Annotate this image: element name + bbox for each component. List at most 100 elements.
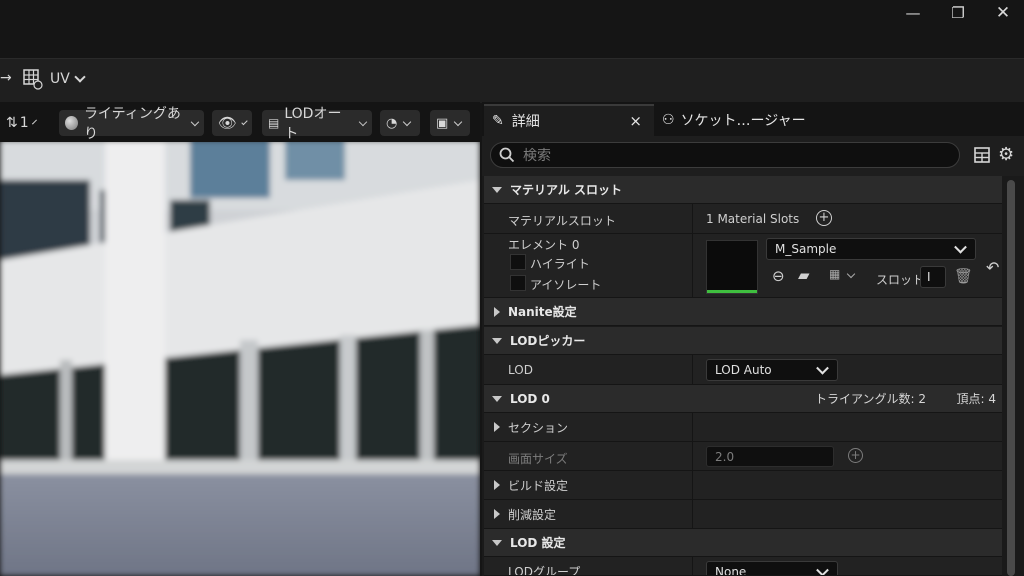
- chevron-down-icon: [241, 118, 248, 125]
- uv-grid-icon: [23, 69, 43, 90]
- eye-icon: 👁: [218, 114, 238, 132]
- chevron-down-icon: [816, 563, 829, 575]
- lod-stack-icon: ▤: [268, 116, 280, 130]
- material-name: M_Sample: [775, 242, 837, 256]
- uv-menu-button[interactable]: UV: [22, 68, 86, 90]
- row-build-settings[interactable]: ビルド設定: [484, 471, 1002, 500]
- show-flags-dropdown[interactable]: 👁: [212, 110, 252, 136]
- gauge-icon: ◔: [386, 115, 398, 131]
- section-title: マテリアル スロット: [510, 183, 623, 197]
- expand-arrow-icon: [494, 509, 500, 519]
- section-lod-picker[interactable]: LODピッカー: [484, 327, 1002, 355]
- add-material-slot-button[interactable]: +: [816, 210, 832, 226]
- sections-label: セクション: [508, 420, 569, 435]
- title-bar: [0, 0, 1024, 58]
- chevron-down-icon: [954, 240, 967, 254]
- material-asset-picker[interactable]: M_Sample: [766, 238, 976, 260]
- scrollbar-thumb[interactable]: [1007, 180, 1015, 576]
- arrow-icon: →: [0, 70, 12, 86]
- collapse-arrow-icon: [492, 395, 502, 402]
- minimize-button[interactable]: —: [890, 0, 936, 26]
- row-reduction-settings[interactable]: 削減設定: [484, 500, 1002, 529]
- row-lod-group: LODグループ None: [484, 557, 1002, 576]
- material-thumbnail[interactable]: [706, 240, 758, 294]
- material-slots-count: 1 Material Slots: [706, 212, 800, 226]
- performance-dropdown[interactable]: ◔: [380, 110, 420, 136]
- section-lod0[interactable]: LOD 0 トライアングル数: 2 頂点: 4: [484, 385, 1002, 413]
- restore-button[interactable]: ❐: [935, 0, 981, 26]
- table-view-button[interactable]: [974, 147, 990, 166]
- lod-group-label: LODグループ: [508, 565, 581, 576]
- arrow-left-circle-icon: ⊖: [772, 267, 785, 285]
- section-material-slots[interactable]: マテリアル スロット: [484, 176, 1002, 204]
- delete-slot-button[interactable]: 🗑: [954, 267, 973, 285]
- lod-group-value: None: [715, 565, 747, 576]
- plus-icon: +: [818, 210, 830, 225]
- reduction-settings-label: 削減設定: [508, 507, 557, 522]
- folder-search-icon: ▰: [798, 266, 810, 284]
- expand-arrow-icon: [494, 422, 500, 432]
- restore-icon: ❐: [951, 4, 965, 22]
- image-icon: ▣: [436, 115, 449, 131]
- row-sections[interactable]: セクション: [484, 413, 1002, 442]
- section-title: LOD 0: [510, 391, 550, 406]
- tab-details[interactable]: ✎ 詳細 ×: [484, 104, 654, 136]
- camera-count: 1: [19, 115, 29, 131]
- camera-speed-button[interactable]: ⇅ 1: [0, 110, 37, 136]
- lighting-mode-dropdown[interactable]: ライティングあり: [59, 106, 204, 142]
- highlight-checkbox[interactable]: [510, 254, 526, 270]
- tab-socket-manager-label: ソケット…ージャー: [680, 113, 806, 129]
- socket-icon: ⚇: [662, 112, 675, 128]
- lod-value: LOD Auto: [715, 363, 772, 377]
- lod-group-dropdown[interactable]: None: [706, 561, 838, 576]
- isolate-checkbox[interactable]: [510, 275, 526, 291]
- element-0-label: エレメント 0: [508, 238, 580, 252]
- uv-label: UV: [50, 71, 70, 87]
- plus-icon: +: [850, 448, 861, 462]
- lod-mode-dropdown[interactable]: ▤ LODオート: [262, 106, 372, 142]
- browse-asset-button[interactable]: ▰: [798, 266, 810, 284]
- lod-label: LOD: [508, 363, 533, 377]
- section-nanite[interactable]: Nanite設定: [484, 298, 1002, 326]
- close-tab-button[interactable]: ×: [629, 112, 642, 130]
- material-thumbnail-accent: [707, 290, 757, 293]
- reset-to-default-button[interactable]: ↶: [986, 258, 999, 277]
- material-slots-label: マテリアルスロット: [508, 214, 616, 228]
- viewport-scene[interactable]: [0, 140, 480, 576]
- section-lod-settings[interactable]: LOD 設定: [484, 529, 1002, 557]
- lod-mode-label: LODオート: [284, 106, 342, 142]
- isolate-label: アイソレート: [530, 278, 602, 292]
- slot-name-input[interactable]: I: [920, 266, 946, 288]
- build-settings-label: ビルド設定: [508, 478, 569, 493]
- chevron-down-icon: [846, 269, 856, 279]
- row-lod: LOD LOD Auto: [484, 355, 1002, 385]
- section-title: LODピッカー: [510, 334, 586, 348]
- add-screen-size-button: +: [848, 448, 863, 463]
- chevron-down-icon: [816, 361, 829, 375]
- use-selected-asset-button[interactable]: ⊖: [772, 267, 785, 285]
- slot-value: I: [927, 270, 931, 284]
- section-title: LOD 設定: [510, 536, 566, 550]
- tab-socket-manager[interactable]: ⚇ ソケット…ージャー: [662, 104, 862, 136]
- chevron-down-icon: [454, 117, 463, 126]
- section-title: Nanite設定: [508, 305, 577, 319]
- close-icon: ✕: [995, 3, 1011, 23]
- pencil-icon: ✎: [492, 113, 504, 129]
- chevron-down-icon: [358, 117, 368, 126]
- trash-icon: 🗑: [954, 267, 974, 285]
- main-toolbar: [0, 58, 1024, 103]
- settings-button[interactable]: ⚙: [998, 144, 1014, 165]
- collapse-arrow-icon: [492, 539, 502, 546]
- screen-size-input: 2.0: [706, 446, 834, 467]
- chevron-down-icon: [191, 117, 200, 126]
- collapse-arrow-icon: [492, 186, 502, 193]
- screenshot-dropdown[interactable]: ▣: [430, 110, 470, 136]
- sphere-icon: [65, 116, 78, 130]
- vertex-count: 頂点: 4: [956, 392, 997, 406]
- expand-arrow-icon: [494, 480, 500, 490]
- search-input[interactable]: 検索: [490, 142, 960, 168]
- close-window-button[interactable]: ✕: [980, 0, 1024, 26]
- chevron-down-icon: [403, 117, 412, 126]
- slot-label: スロット: [876, 273, 925, 287]
- lod-dropdown[interactable]: LOD Auto: [706, 359, 838, 381]
